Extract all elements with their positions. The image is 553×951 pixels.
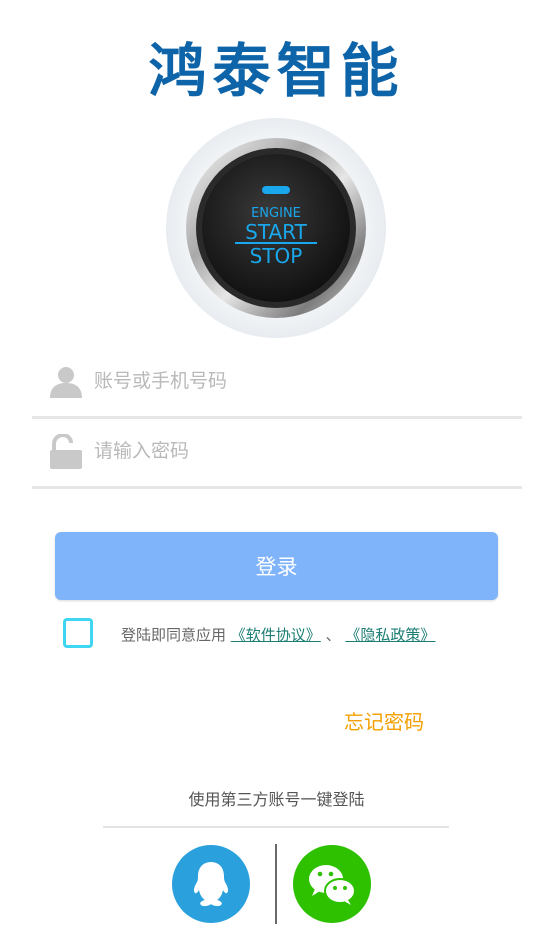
agreement-text: 登陆即同意应用 《软件协议》 、 《隐私政策》 (121, 624, 435, 645)
login-screen: 鸿泰智能 ENGINE START STOP 账号或手机号码 登录 登陆即同意应… (0, 0, 553, 951)
engine-start-stop-button[interactable]: ENGINE START STOP (166, 118, 386, 338)
account-input[interactable] (94, 362, 504, 400)
wechat-icon (293, 845, 371, 923)
password-field (32, 418, 522, 489)
agreement-separator: 、 (325, 626, 341, 644)
user-icon (48, 364, 84, 400)
wechat-login-button[interactable] (293, 845, 371, 923)
agreement-prefix: 登陆即同意应用 (121, 626, 227, 644)
brand-logo: 鸿泰智能 (0, 38, 553, 104)
login-button[interactable]: 登录 (55, 532, 498, 600)
qq-login-button[interactable] (172, 845, 250, 923)
indicator-light (262, 186, 290, 194)
unlock-icon (48, 432, 84, 470)
software-agreement-link[interactable]: 《软件协议》 (231, 626, 321, 644)
forgot-password-link[interactable]: 忘记密码 (344, 706, 424, 735)
engine-label: ENGINE (251, 206, 301, 221)
account-field (32, 348, 522, 419)
qq-icon (172, 845, 250, 923)
agreement-checkbox[interactable] (63, 618, 93, 648)
privacy-policy-link[interactable]: 《隐私政策》 (345, 626, 435, 644)
social-vertical-divider (275, 844, 277, 924)
stop-label: STOP (250, 244, 303, 268)
third-party-divider (103, 826, 449, 828)
password-input[interactable] (94, 432, 504, 470)
brand-logo-text: 鸿泰智能 (148, 37, 405, 105)
start-label: START (245, 220, 307, 244)
third-party-login-title: 使用第三方账号一键登陆 (188, 790, 365, 809)
engine-button-graphic: ENGINE START STOP (166, 118, 386, 338)
